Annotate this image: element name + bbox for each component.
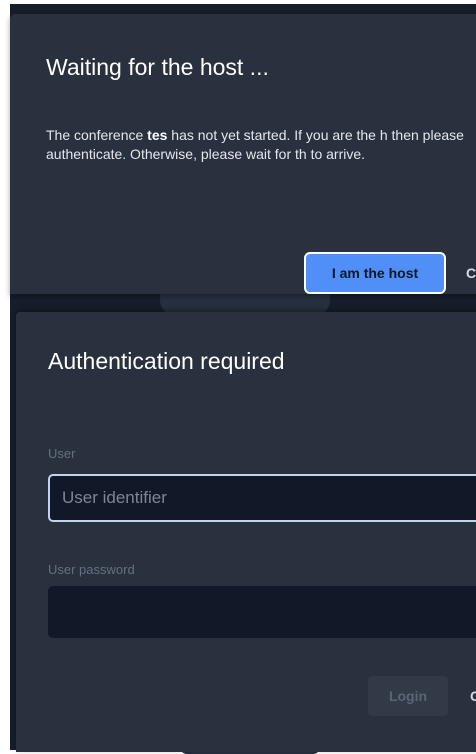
waiting-for-host-dialog: Waiting for the host ... The conference … xyxy=(10,14,476,294)
conference-name: tes xyxy=(147,127,168,143)
screen: Waiting for the host ... The conference … xyxy=(0,0,476,754)
cancel-button-auth[interactable]: C xyxy=(470,676,476,716)
i-am-the-host-button[interactable]: I am the host xyxy=(304,252,446,294)
user-identifier-input[interactable] xyxy=(48,474,476,522)
waiting-dialog-title: Waiting for the host ... xyxy=(46,54,269,80)
authentication-dialog: Authentication required User User passwo… xyxy=(16,312,476,752)
login-button[interactable]: Login xyxy=(368,676,448,716)
waiting-dialog-message: The conference tes has not yet started. … xyxy=(46,126,476,164)
user-password-input[interactable] xyxy=(48,586,476,638)
cancel-button-wait[interactable]: C xyxy=(466,252,476,294)
user-password-label: User password xyxy=(48,562,135,577)
user-label: User xyxy=(48,446,76,461)
message-prefix: The conference xyxy=(46,127,148,143)
auth-dialog-title: Authentication required xyxy=(48,348,285,374)
